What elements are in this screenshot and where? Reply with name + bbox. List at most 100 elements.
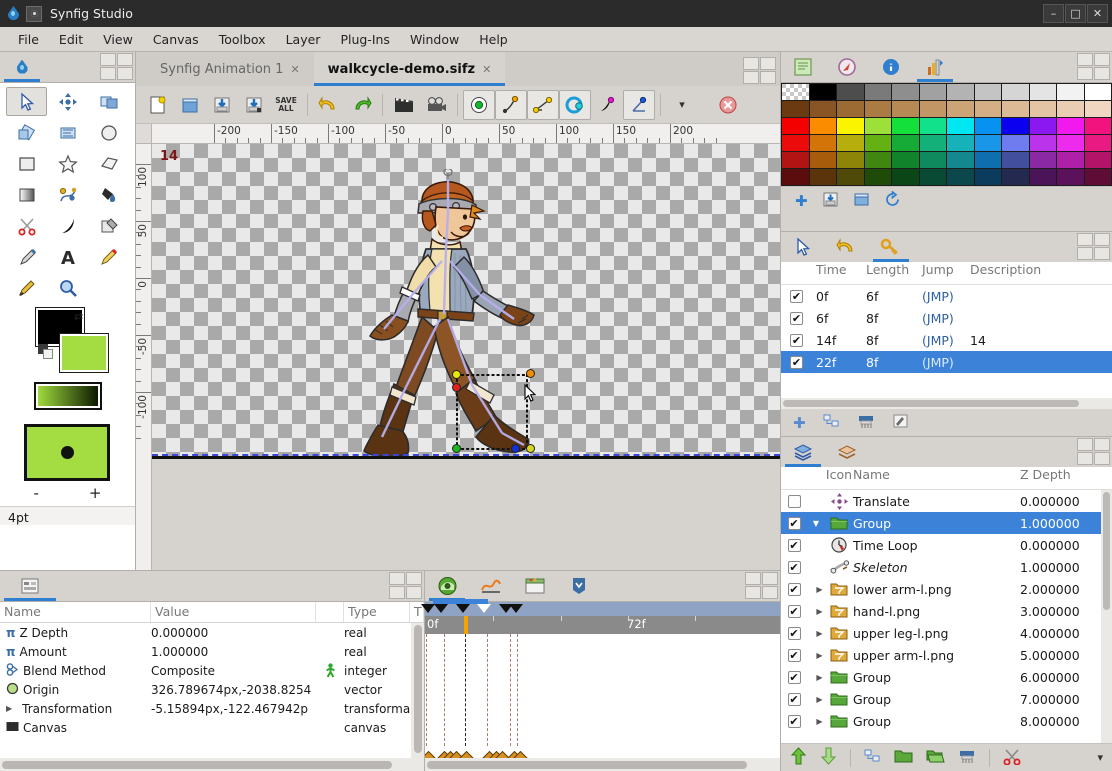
keyframe-row[interactable]: ✔0f6f(JMP): [781, 285, 1112, 307]
column-header-icon[interactable]: Icon: [825, 467, 853, 489]
layer-enabled-checkbox[interactable]: ✔: [781, 605, 807, 618]
palette-swatch[interactable]: [865, 118, 892, 134]
palette-swatch[interactable]: [892, 84, 919, 100]
palette-swatch[interactable]: [810, 101, 837, 117]
selection-handles-group[interactable]: [452, 370, 530, 450]
column-header-length[interactable]: Length: [866, 262, 922, 284]
tab-params[interactable]: [0, 572, 60, 601]
palette-swatch[interactable]: [892, 118, 919, 134]
layer-enabled-checkbox[interactable]: ✔: [781, 561, 807, 574]
draw-tool[interactable]: [6, 242, 47, 271]
params-vertical-scrollbar[interactable]: [411, 623, 424, 758]
keyframe-row[interactable]: ✔22f8f(JMP): [781, 351, 1112, 373]
fill-tool[interactable]: [88, 180, 129, 209]
layer-z-depth[interactable]: 1.000000: [1020, 560, 1112, 575]
palette-swatch[interactable]: [837, 169, 864, 185]
redo-button[interactable]: [345, 90, 377, 120]
keyframe-row[interactable]: ✔6f8f(JMP): [781, 307, 1112, 329]
keyframes-panel-grip[interactable]: [1077, 233, 1112, 262]
column-header-name[interactable]: Name: [853, 467, 1020, 489]
layer-enabled-checkbox[interactable]: ✔: [781, 627, 807, 640]
timetrack-panel-grip[interactable]: [745, 572, 780, 601]
layer-row[interactable]: Translate0.000000: [781, 490, 1112, 512]
tab-sets[interactable]: [825, 438, 869, 467]
tab-curves[interactable]: [469, 572, 513, 601]
palette-swatch[interactable]: [947, 169, 974, 185]
layer-expand-toggle[interactable]: ▶: [807, 585, 825, 594]
layer-z-depth[interactable]: 5.000000: [1020, 648, 1112, 663]
param-row[interactable]: πAmount1.000000real: [0, 642, 424, 661]
param-row[interactable]: ▶Transformation-5.15894px,-122.467942ptr…: [0, 699, 424, 718]
window-menu-icon[interactable]: [26, 6, 42, 22]
palette-swatch[interactable]: [920, 152, 947, 168]
palette-swatch[interactable]: [782, 169, 809, 185]
palette-swatch[interactable]: [975, 152, 1002, 168]
layer-row[interactable]: ✔▶Group7.000000: [781, 688, 1112, 710]
layer-row[interactable]: ✔▶upper leg-l.png4.000000: [781, 622, 1112, 644]
palette-swatch[interactable]: [1085, 84, 1112, 100]
layer-enabled-checkbox[interactable]: ✔: [781, 715, 807, 728]
palette-swatch[interactable]: [1085, 101, 1112, 117]
palette-swatch[interactable]: [892, 135, 919, 151]
layer-enabled-checkbox[interactable]: ✔: [781, 517, 807, 530]
palette-swatch[interactable]: [782, 101, 809, 117]
maximize-button[interactable]: □: [1065, 4, 1086, 23]
add-keyframe-button[interactable]: ✚: [793, 414, 806, 432]
cutout-tool[interactable]: [6, 211, 47, 240]
layer-expand-toggle[interactable]: ▶: [807, 651, 825, 660]
palette-swatch[interactable]: [920, 101, 947, 117]
palette-swatch[interactable]: [837, 84, 864, 100]
palette-swatch[interactable]: [947, 101, 974, 117]
column-header-description[interactable]: Description: [970, 262, 1112, 284]
params-horizontal-scrollbar[interactable]: [0, 758, 424, 771]
palette-swatch[interactable]: [810, 152, 837, 168]
param-value[interactable]: Composite: [151, 664, 316, 678]
palette-swatch[interactable]: [975, 135, 1002, 151]
tab-navigator[interactable]: [825, 53, 869, 82]
column-header-zdepth[interactable]: Z Depth: [1020, 467, 1112, 489]
save-palette-button[interactable]: [822, 191, 839, 211]
palette-swatch[interactable]: [975, 118, 1002, 134]
gradient-swatch[interactable]: [36, 384, 100, 408]
palette-swatch[interactable]: [1002, 101, 1029, 117]
delete-layer-button[interactable]: [958, 748, 976, 767]
layer-enabled-checkbox[interactable]: [781, 495, 807, 508]
layer-z-depth[interactable]: 8.000000: [1020, 714, 1112, 729]
palette-swatch[interactable]: [1057, 169, 1084, 185]
keyframes-table-body[interactable]: ✔0f6f(JMP)✔6f8f(JMP)✔14f8f(JMP)14✔22f8f(…: [781, 285, 1112, 398]
document-tab-synfig-animation-1[interactable]: Synfig Animation 1 ✕: [146, 52, 314, 86]
palette-swatch[interactable]: [920, 118, 947, 134]
layer-enabled-checkbox[interactable]: ✔: [781, 539, 807, 552]
palette-swatch[interactable]: [1085, 152, 1112, 168]
params-table-body[interactable]: πZ Depth0.000000realπAmount1.000000realB…: [0, 623, 424, 758]
layer-row[interactable]: ✔▶upper arm-l.png5.000000: [781, 644, 1112, 666]
column-header-value[interactable]: Value: [151, 602, 316, 622]
palette-swatch[interactable]: [975, 84, 1002, 100]
save-all-button[interactable]: SAVEALL: [270, 90, 302, 120]
save-as-button[interactable]: [238, 90, 270, 120]
time-cursor[interactable]: [464, 616, 468, 634]
column-header-name[interactable]: Name: [0, 602, 151, 622]
canvas-panel-grip[interactable]: [743, 57, 780, 86]
keyframe-enabled-checkbox[interactable]: ✔: [781, 312, 812, 325]
document-tab-walkcycle-demo[interactable]: walkcycle-demo.sifz ✕: [314, 52, 506, 86]
palette-swatch[interactable]: [1030, 169, 1057, 185]
keyframe-enabled-checkbox[interactable]: ✔: [781, 290, 812, 303]
menu-canvas[interactable]: Canvas: [143, 29, 209, 50]
palette-swatch[interactable]: [782, 152, 809, 168]
keyframe-marker-0f[interactable]: [421, 604, 435, 613]
palette-swatch[interactable]: [865, 152, 892, 168]
rotate-tool[interactable]: [47, 118, 88, 147]
palette-swatch[interactable]: [810, 135, 837, 151]
keyframe-properties-button[interactable]: [892, 413, 909, 432]
timetrack-time-ruler[interactable]: 0f 72f: [425, 616, 780, 634]
horizontal-ruler[interactable]: -200-150-100-50050100150200: [152, 124, 780, 144]
keyframe-jump-link[interactable]: (JMP): [922, 333, 970, 348]
menu-file[interactable]: File: [8, 29, 49, 50]
timetrack-keyframe-bar[interactable]: [425, 601, 780, 616]
layer-expand-toggle[interactable]: ▶: [807, 673, 825, 682]
palette-swatch[interactable]: [892, 152, 919, 168]
layer-enabled-checkbox[interactable]: ✔: [781, 649, 807, 662]
palette-swatch[interactable]: [1085, 118, 1112, 134]
zoom-tool[interactable]: [47, 273, 88, 302]
